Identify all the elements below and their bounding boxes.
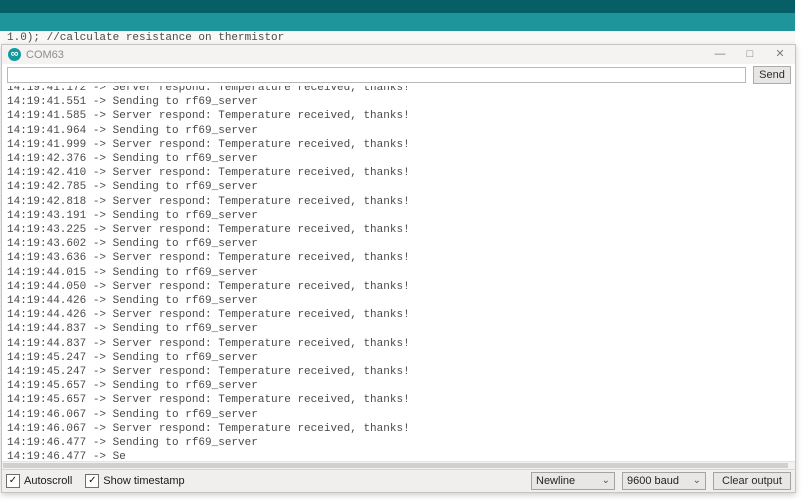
close-icon[interactable]: ✕ (765, 45, 795, 64)
console-line: 14:19:41.551 -> Sending to rf69_server (7, 96, 258, 109)
serial-send-input[interactable] (7, 67, 746, 83)
console-line: 14:19:44.050 -> Server respond: Temperat… (7, 280, 410, 293)
console-line: 14:19:46.477 -> Se (7, 451, 126, 461)
send-row: Send (2, 64, 795, 86)
console-line: 14:19:44.837 -> Server respond: Temperat… (7, 337, 410, 350)
console-line: 14:19:43.225 -> Server respond: Temperat… (7, 224, 410, 237)
line-ending-value: Newline (536, 475, 576, 487)
console-line: 14:19:42.410 -> Server respond: Temperat… (7, 167, 410, 180)
show-timestamp-checkbox[interactable]: ✓ (85, 474, 100, 488)
window-controls: — □ ✕ (705, 45, 795, 64)
console-line: 14:19:46.477 -> Sending to rf69_server (7, 437, 258, 450)
ide-code-editor-strip: 1.0); //calculate resistance on thermist… (0, 31, 795, 44)
screen: 1.0); //calculate resistance on thermist… (0, 0, 803, 504)
console-line: 14:19:45.657 -> Server respond: Temperat… (7, 394, 410, 407)
console-line: 14:19:41.585 -> Server respond: Temperat… (7, 110, 410, 123)
show-timestamp-toggle[interactable]: ✓ Show timestamp (85, 474, 185, 488)
console-line: 14:19:44.426 -> Sending to rf69_server (7, 295, 258, 308)
show-timestamp-label: Show timestamp (103, 475, 185, 487)
chevron-down-icon: ⌄ (692, 475, 701, 486)
status-bar: ✓ Autoscroll ✓ Show timestamp Newline ⌄ … (2, 469, 795, 492)
console-line: 14:19:42.818 -> Server respond: Temperat… (7, 195, 410, 208)
console-line: 14:19:44.426 -> Server respond: Temperat… (7, 309, 410, 322)
ide-menu-strip (0, 0, 795, 13)
ide-toolbar (0, 13, 795, 31)
titlebar[interactable]: ∞ COM63 — □ ✕ (2, 45, 795, 64)
console-line: 14:19:41.172 -> Server respond: Temperat… (7, 86, 410, 94)
line-ending-select[interactable]: Newline ⌄ (531, 472, 615, 490)
autoscroll-label: Autoscroll (24, 475, 73, 487)
console-line: 14:19:46.067 -> Server respond: Temperat… (7, 422, 410, 435)
console-line: 14:19:44.837 -> Sending to rf69_server (7, 323, 258, 336)
console-line: 14:19:46.067 -> Sending to rf69_server (7, 408, 258, 421)
horizontal-scrollbar-thumb[interactable] (3, 463, 789, 468)
minimize-icon[interactable]: — (705, 45, 735, 64)
serial-monitor-window: ∞ COM63 — □ ✕ Send 14:19:41.172 -> Serve… (1, 44, 796, 493)
baud-rate-value: 9600 baud (627, 475, 679, 487)
console-line: 14:19:43.602 -> Sending to rf69_server (7, 238, 258, 251)
chevron-down-icon: ⌄ (601, 475, 610, 486)
baud-rate-select[interactable]: 9600 baud ⌄ (622, 472, 706, 490)
autoscroll-toggle[interactable]: ✓ Autoscroll (6, 474, 72, 488)
console-line: 14:19:42.785 -> Sending to rf69_server (7, 181, 258, 194)
console-line: 14:19:43.191 -> Sending to rf69_server (7, 209, 258, 222)
console-line: 14:19:41.964 -> Sending to rf69_server (7, 124, 258, 137)
console-line: 14:19:44.015 -> Sending to rf69_server (7, 266, 258, 279)
console-line: 14:19:45.657 -> Sending to rf69_server (7, 380, 258, 393)
window-title: COM63 (26, 48, 64, 61)
console-line: 14:19:43.636 -> Server respond: Temperat… (7, 252, 410, 265)
console-line: 14:19:42.376 -> Sending to rf69_server (7, 153, 258, 166)
code-line: 1.0); //calculate resistance on thermist… (7, 32, 285, 44)
console-line: 14:19:45.247 -> Sending to rf69_server (7, 351, 258, 364)
arduino-icon: ∞ (8, 48, 21, 61)
console-line: 14:19:45.247 -> Server respond: Temperat… (7, 366, 410, 379)
console-line: 14:19:41.999 -> Server respond: Temperat… (7, 138, 410, 151)
autoscroll-checkbox[interactable]: ✓ (6, 474, 20, 488)
serial-output-area[interactable]: 14:19:41.172 -> Server respond: Temperat… (2, 86, 795, 461)
maximize-icon[interactable]: □ (735, 45, 765, 64)
console-lines: 14:19:41.172 -> Server respond: Temperat… (7, 86, 795, 461)
send-button[interactable]: Send (753, 66, 791, 84)
clear-output-button[interactable]: Clear output (713, 472, 791, 490)
horizontal-scrollbar[interactable] (2, 461, 795, 469)
